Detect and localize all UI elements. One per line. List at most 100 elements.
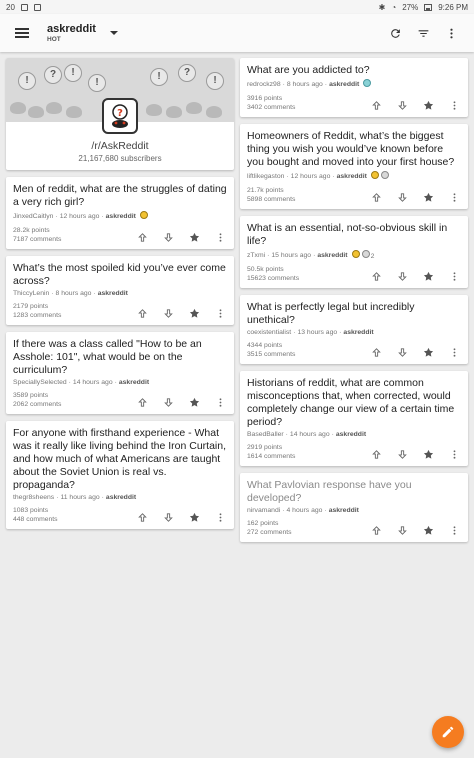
post-author[interactable]: SpeciallySelected: [13, 379, 67, 386]
post-title[interactable]: Men of reddit, what are the struggles of…: [13, 183, 227, 209]
downvote-icon[interactable]: [395, 524, 409, 536]
chevron-down-icon[interactable]: [109, 31, 118, 35]
post-comments[interactable]: 3515 comments: [247, 351, 295, 360]
downvote-icon[interactable]: [395, 270, 409, 282]
post-more-icon[interactable]: [213, 307, 227, 319]
post-subreddit[interactable]: askreddit: [119, 379, 149, 386]
post-card[interactable]: For anyone with firsthand experience - W…: [6, 421, 234, 529]
post-title[interactable]: What is an essential, not-so-obvious ski…: [247, 222, 461, 248]
more-vert-icon[interactable]: [444, 26, 458, 40]
save-star-icon[interactable]: [421, 346, 435, 358]
post-comments[interactable]: 2062 comments: [13, 401, 61, 410]
post-comments[interactable]: 1283 comments: [13, 312, 61, 321]
post-title[interactable]: What are you addicted to?: [247, 64, 461, 77]
svg-text:?: ?: [117, 108, 123, 119]
save-star-icon[interactable]: [187, 396, 201, 408]
post-card[interactable]: What is an essential, not-so-obvious ski…: [240, 216, 468, 288]
post-author[interactable]: ThiccyLenin: [13, 290, 49, 297]
save-star-icon[interactable]: [421, 448, 435, 460]
upvote-icon[interactable]: [369, 448, 383, 460]
post-subreddit[interactable]: askreddit: [329, 81, 359, 88]
post-card[interactable]: If there was a class called "How to be a…: [6, 332, 234, 414]
post-subreddit[interactable]: askreddit: [98, 290, 128, 297]
post-comments[interactable]: 1614 comments: [247, 453, 295, 462]
upvote-icon[interactable]: [369, 270, 383, 282]
post-card[interactable]: What Pavlovian response have you develop…: [240, 473, 468, 542]
post-author[interactable]: redrockz98: [247, 81, 281, 88]
post-card[interactable]: Men of reddit, what are the struggles of…: [6, 177, 234, 249]
post-card[interactable]: What’s the most spoiled kid you’ve ever …: [6, 256, 234, 325]
save-star-icon[interactable]: [421, 191, 435, 203]
post-more-icon[interactable]: [447, 99, 461, 111]
post-author[interactable]: liftlikegaston: [247, 173, 284, 180]
save-star-icon[interactable]: [421, 99, 435, 111]
post-title[interactable]: Homeowners of Reddit, what’s the biggest…: [247, 130, 461, 169]
save-star-icon[interactable]: [187, 231, 201, 243]
post-comments[interactable]: 15623 comments: [247, 275, 299, 284]
sort-icon[interactable]: [416, 26, 430, 40]
downvote-icon[interactable]: [161, 307, 175, 319]
downvote-icon[interactable]: [395, 346, 409, 358]
post-more-icon[interactable]: [213, 511, 227, 523]
post-comments[interactable]: 7187 comments: [13, 236, 61, 245]
post-author[interactable]: JinxedCaitlyn: [13, 213, 53, 220]
post-subreddit[interactable]: askreddit: [343, 329, 373, 336]
post-card[interactable]: Historians of reddit, what are common mi…: [240, 371, 468, 466]
post-more-icon[interactable]: [447, 346, 461, 358]
save-star-icon[interactable]: [187, 307, 201, 319]
post-subreddit[interactable]: askreddit: [329, 507, 359, 514]
post-title[interactable]: If there was a class called "How to be a…: [13, 338, 227, 377]
post-title[interactable]: What is perfectly legal but incredibly u…: [247, 301, 461, 327]
post-comments[interactable]: 272 comments: [247, 529, 292, 538]
upvote-icon[interactable]: [369, 191, 383, 203]
upvote-icon[interactable]: [369, 524, 383, 536]
downvote-icon[interactable]: [395, 99, 409, 111]
post-comments[interactable]: 3402 comments: [247, 104, 295, 113]
downvote-icon[interactable]: [161, 231, 175, 243]
upvote-icon[interactable]: [369, 346, 383, 358]
post-more-icon[interactable]: [213, 231, 227, 243]
post-title[interactable]: Historians of reddit, what are common mi…: [247, 377, 461, 429]
post-subreddit[interactable]: askreddit: [336, 431, 366, 438]
post-subreddit[interactable]: askreddit: [106, 213, 136, 220]
post-points: 2179 points: [13, 303, 49, 310]
downvote-icon[interactable]: [395, 448, 409, 460]
post-author[interactable]: BasedBaller: [247, 431, 284, 438]
save-star-icon[interactable]: [421, 270, 435, 282]
post-more-icon[interactable]: [447, 270, 461, 282]
post-subreddit[interactable]: askreddit: [337, 173, 367, 180]
post-author[interactable]: thegr8sheens: [13, 494, 54, 501]
post-title[interactable]: What Pavlovian response have you develop…: [247, 479, 461, 505]
post-subreddit[interactable]: askreddit: [106, 494, 136, 501]
subreddit-selector[interactable]: askreddit HOT: [47, 23, 96, 43]
save-star-icon[interactable]: [421, 524, 435, 536]
post-more-icon[interactable]: [447, 191, 461, 203]
post-more-icon[interactable]: [447, 448, 461, 460]
post-subreddit[interactable]: askreddit: [317, 252, 347, 259]
hamburger-icon[interactable]: [15, 28, 29, 38]
post-title[interactable]: For anyone with firsthand experience - W…: [13, 427, 227, 492]
upvote-icon[interactable]: [135, 307, 149, 319]
post-more-icon[interactable]: [447, 524, 461, 536]
post-card[interactable]: What is perfectly legal but incredibly u…: [240, 295, 468, 364]
post-author[interactable]: coexistentialist: [247, 329, 291, 336]
post-comments[interactable]: 5898 comments: [247, 196, 295, 205]
upvote-icon[interactable]: [135, 511, 149, 523]
upvote-icon[interactable]: [369, 99, 383, 111]
upvote-icon[interactable]: [135, 396, 149, 408]
post-author[interactable]: nirvamandi: [247, 507, 280, 514]
post-card[interactable]: Homeowners of Reddit, what’s the biggest…: [240, 124, 468, 209]
downvote-icon[interactable]: [161, 396, 175, 408]
post-more-icon[interactable]: [213, 396, 227, 408]
refresh-icon[interactable]: [388, 26, 402, 40]
post-awards: 2: [350, 250, 374, 260]
downvote-icon[interactable]: [161, 511, 175, 523]
post-comments[interactable]: 448 comments: [13, 516, 58, 525]
downvote-icon[interactable]: [395, 191, 409, 203]
post-author[interactable]: zTxmi: [247, 252, 265, 259]
post-title[interactable]: What’s the most spoiled kid you’ve ever …: [13, 262, 227, 288]
upvote-icon[interactable]: [135, 231, 149, 243]
new-post-button[interactable]: [432, 716, 464, 748]
save-star-icon[interactable]: [187, 511, 201, 523]
post-card[interactable]: What are you addicted to? redrockz98 · 8…: [240, 58, 468, 117]
